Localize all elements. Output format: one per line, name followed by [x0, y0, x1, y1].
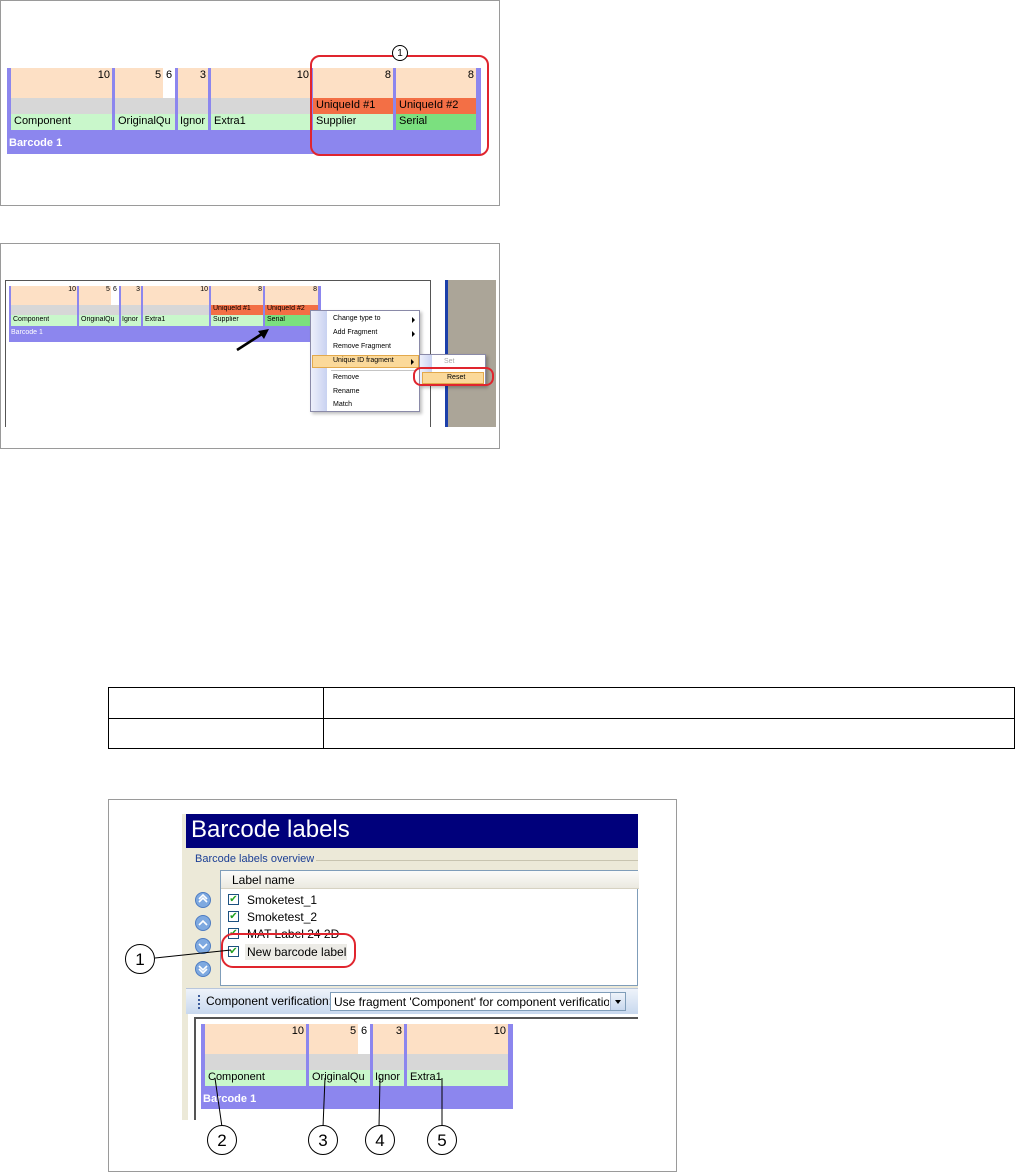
barcode-title: Barcode 1: [9, 137, 63, 149]
fragment-length: 10: [97, 69, 110, 81]
menu-item-label: Match: [333, 401, 353, 408]
menu-item-add-fragment[interactable]: Add Fragment: [327, 327, 419, 340]
fragment-length-area: [143, 286, 209, 305]
fragment-ignor[interactable]: 3 Ignor: [121, 286, 141, 326]
fragment-name: Component: [13, 316, 50, 323]
menu-item-label: Change type to: [333, 315, 381, 322]
fragment-length: 5: [155, 69, 162, 81]
fragment-name: OriginalQu: [118, 115, 171, 127]
fragment-originalqu[interactable]: 5 6 OriginalQu: [79, 286, 119, 326]
menu-item-remove-fragment[interactable]: Remove Fragment: [327, 341, 419, 354]
fragment-grey-row: [211, 98, 311, 114]
callout-2: 2: [207, 1125, 237, 1155]
fragment-length: 5: [106, 286, 110, 293]
fragment-grey-row: [79, 305, 119, 315]
submenu-arrow-icon: [412, 317, 415, 323]
fragment-length: 3: [199, 69, 206, 81]
fragment-length: 10: [200, 286, 208, 293]
fragment-name: Supplier: [213, 316, 239, 323]
fragment-component[interactable]: 10 Component: [11, 68, 112, 130]
fragment-length-area: [211, 286, 263, 305]
unique-id-label: UniqueId #1: [213, 305, 251, 312]
fragment-length: 10: [296, 69, 309, 81]
fragment-length: 8: [313, 286, 317, 293]
context-menu: Change type to Add Fragment Remove Fragm…: [310, 310, 420, 412]
fragment-length: 3: [136, 286, 140, 293]
table-row-divider: [108, 718, 1015, 719]
fragment-length: 8: [258, 286, 262, 293]
callout-leader-lines: [154, 949, 443, 1128]
barcode-title: Barcode 1: [11, 329, 43, 336]
fragment-extra-length: 6: [166, 69, 173, 81]
menu-item-label: Remove: [333, 374, 360, 381]
fragment-grey-row: [11, 98, 112, 114]
fragment-grey-row: [143, 305, 209, 315]
fragment-originalqu[interactable]: 5 6 OriginalQu: [115, 68, 175, 130]
menu-item-rename[interactable]: Rename: [327, 386, 419, 399]
fragment-grey-row: [178, 98, 208, 114]
fragment-supplier[interactable]: 8 UniqueId #1 Supplier: [211, 286, 263, 326]
menu-item-label: Rename: [333, 388, 360, 395]
callout-3: 3: [308, 1125, 338, 1155]
callout-1: 1: [392, 45, 408, 61]
fragment-name: Component: [14, 115, 71, 127]
pointer-arrow-icon: [236, 329, 269, 352]
fragment-name: Ignor: [122, 316, 138, 323]
menu-item-label: Set: [444, 358, 455, 365]
fragment-extra-length: 6: [113, 286, 117, 293]
fragment-length-area: [11, 286, 77, 305]
fragment-name: Ignor: [180, 115, 206, 127]
menu-item-change-type[interactable]: Change type to: [327, 313, 419, 326]
menu-item-label: Remove Fragment: [333, 343, 391, 350]
fragment-grey-row: [121, 305, 141, 315]
fragment-length: 10: [68, 286, 76, 293]
fragment-length-area: [265, 286, 318, 305]
menu-item-label: Unique ID fragment: [333, 357, 394, 364]
callout-4: 4: [365, 1125, 395, 1155]
fragment-extra1[interactable]: 10 Extra1: [143, 286, 209, 326]
submenu-arrow-icon: [411, 359, 414, 365]
fragment-name: Extra1: [145, 316, 166, 323]
menu-item-match[interactable]: Match: [327, 400, 419, 413]
callout-1: 1: [125, 944, 155, 974]
highlight-outline: [413, 367, 494, 386]
fragment-name: Serial: [267, 316, 285, 323]
submenu-arrow-icon: [412, 331, 415, 337]
fragment-name: OriginalQu: [81, 316, 115, 323]
fragment-grey-row: [11, 305, 77, 315]
menu-item-label: Add Fragment: [333, 329, 378, 336]
barcode-panel-small: 10 Component 5 6 OriginalQu 3 Ignor 10 E…: [9, 286, 321, 342]
menu-item-remove[interactable]: Remove: [327, 372, 419, 385]
figure-3-frame: Barcode labels Barcode labels overview L…: [108, 799, 677, 1172]
figure-1-frame: 10 Component 5 6 OriginalQu 3 Ignor 10 E…: [0, 0, 500, 206]
empty-table: [108, 687, 1016, 750]
fragment-extra1[interactable]: 10 Extra1: [211, 68, 311, 130]
menu-item-unique-id-fragment[interactable]: Unique ID fragment: [312, 355, 419, 368]
fragment-component[interactable]: 10 Component: [11, 286, 77, 326]
menu-separator: [331, 370, 417, 371]
figure-2-frame: 10 Component 5 6 OriginalQu 3 Ignor 10 E…: [0, 243, 500, 449]
highlight-outline: [310, 55, 489, 156]
table-column-divider: [323, 687, 324, 749]
unique-id-label: UniqueId #2: [267, 305, 305, 312]
callout-5: 5: [427, 1125, 457, 1155]
fragment-grey-row: [115, 98, 175, 114]
fragment-ignor[interactable]: 3 Ignor: [178, 68, 208, 130]
fragment-name: Extra1: [214, 115, 246, 127]
